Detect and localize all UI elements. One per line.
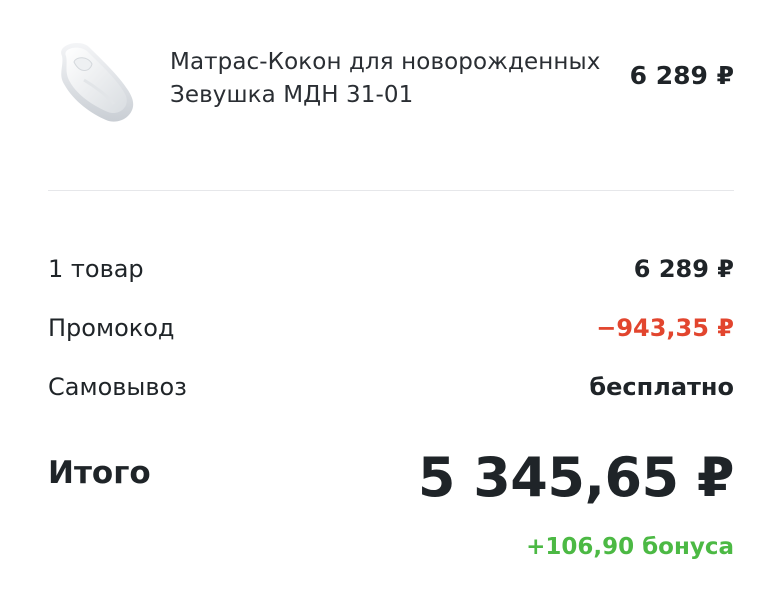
- items-count-label: 1 товар: [48, 255, 144, 283]
- pickup-cost-value: бесплатно: [589, 373, 734, 401]
- items-total-value: 6 289 ₽: [633, 255, 734, 283]
- product-name-line-1: Матрас-Кокон для новорожденных: [170, 49, 601, 75]
- bonus-points: +106,90 бонуса: [526, 534, 734, 560]
- summary-row-items: 1 товар 6 289 ₽: [48, 251, 734, 287]
- divider: [48, 190, 734, 191]
- cart-product-item[interactable]: Матрас-Кокон для новорожденных Зевушка М…: [48, 32, 734, 132]
- product-name[interactable]: Матрас-Кокон для новорожденных Зевушка М…: [170, 46, 620, 112]
- promo-discount-value: −943,35 ₽: [596, 314, 734, 342]
- summary-row-pickup: Самовывоз бесплатно: [48, 369, 734, 405]
- product-image[interactable]: [48, 36, 140, 128]
- pickup-label: Самовывоз: [48, 373, 187, 401]
- total-value: 5 345,65 ₽: [417, 446, 735, 509]
- product-name-line-2: Зевушка МДН 31-01: [170, 82, 414, 108]
- mattress-cocoon-image: [61, 42, 134, 122]
- product-price: 6 289 ₽: [629, 61, 734, 90]
- total-label: Итого: [48, 455, 151, 491]
- promo-label: Промокод: [48, 314, 175, 342]
- summary-row-promo: Промокод −943,35 ₽: [48, 310, 734, 346]
